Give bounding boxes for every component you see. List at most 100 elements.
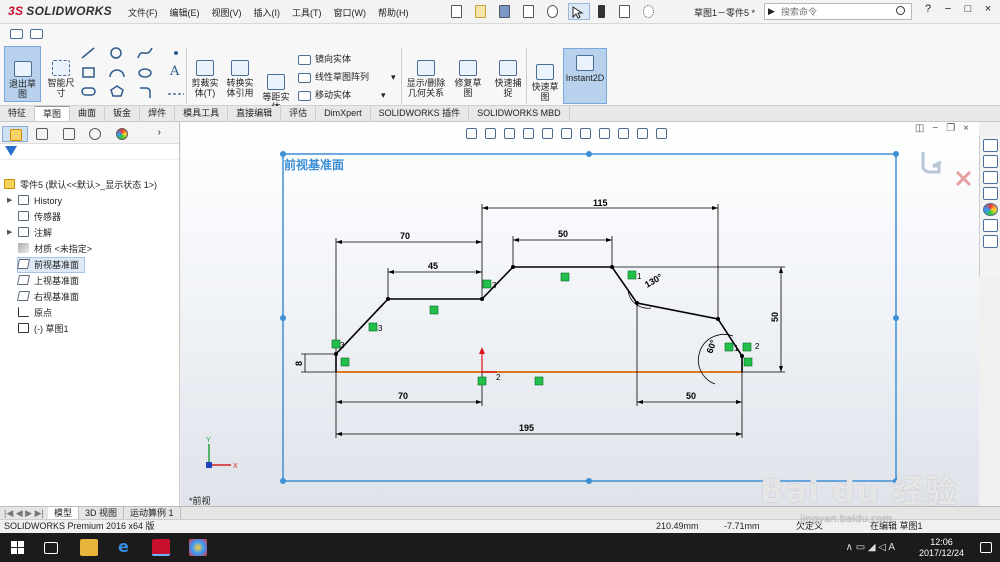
ellipse-tool-icon[interactable] [138,68,152,78]
circle-tool-icon[interactable] [110,47,122,59]
menu-tools[interactable]: 工具(T) [292,6,322,19]
tree-item-annotations[interactable]: ▶ 注解 [7,226,52,240]
move-entities-button[interactable]: 移动实体 ▾ [298,88,386,101]
exit-sketch-button[interactable]: 退出草 图 [4,46,41,102]
tab-surfaces[interactable]: 曲面 [70,106,106,121]
system-tray-icons[interactable]: ∧ ▭ ◢ ◁ A [846,542,895,553]
cancel-sketch-corner-icon[interactable] [955,170,972,187]
sketch-profile[interactable] [335,266,743,372]
tree-filter[interactable] [0,144,179,160]
panel-expand-arrow[interactable]: › [150,126,176,142]
relation-marker[interactable] [724,342,734,352]
tab-property-manager[interactable] [29,126,55,142]
offset-entities-button[interactable]: 等距实 体 [259,64,293,112]
spline-tool-icon[interactable] [137,47,153,59]
paint-app-icon[interactable] [189,539,207,556]
relation-marker[interactable] [429,305,439,315]
menu-file[interactable]: 文件(F) [128,6,158,19]
tab-dimxpert-manager[interactable] [82,126,108,142]
task-view-icon[interactable] [44,542,58,554]
plane-handle[interactable] [586,478,592,484]
undo-button[interactable] [544,3,566,20]
sketch-origin[interactable] [479,347,497,373]
relation-marker[interactable] [340,357,350,367]
quick-snaps-button[interactable]: 快速捕 捉 [489,50,527,98]
menu-help[interactable]: 帮助(H) [378,6,409,19]
sketch-3d-icon[interactable] [30,29,43,39]
exit-sketch-corner-icon[interactable] [921,152,942,174]
relation-marker[interactable] [743,357,753,367]
dim-8[interactable]: 8 [294,361,304,366]
repair-sketch-button[interactable]: 修复草 图 [450,50,486,98]
graphics-area[interactable]: ◫ − ❐ × 115 70 50 45 130° 50 60° 8 70 50… [181,122,979,506]
tab-configuration-manager[interactable] [56,126,82,142]
front-plane-boundary[interactable] [282,153,897,482]
menu-insert[interactable]: 插入(I) [254,6,281,19]
dim-45[interactable]: 45 [428,261,438,271]
mirror-entities-button[interactable]: 镜向实体 [298,52,351,65]
tree-item-history[interactable]: ▶ History [7,194,62,208]
dim-50-vertical[interactable]: 50 [770,312,780,322]
sketch-filter-icon[interactable] [10,29,23,39]
tab-mold-tools[interactable]: 模具工具 [175,106,229,121]
rapid-sketch-button[interactable]: 快速草 图 [528,54,562,102]
select-button[interactable] [568,3,590,20]
sketch-point[interactable] [740,354,744,358]
tree-item-right-plane[interactable]: 右视基准面 [16,290,79,304]
home-icon[interactable] [983,139,998,152]
tree-item-front-plane[interactable]: 前视基准面 [16,257,85,273]
print-button[interactable] [520,3,542,20]
instant2d-button[interactable]: Instant2D [563,48,607,104]
linear-pattern-button[interactable]: 线性草图阵列 ▾ [298,70,396,83]
new-file-button[interactable] [448,3,470,20]
plane-handle[interactable] [586,151,592,157]
notification-center-icon[interactable] [980,542,992,553]
tab-direct-editing[interactable]: 直接编辑 [228,106,282,121]
sketch-canvas[interactable]: 115 70 50 45 130° 50 60° 8 70 50 195 3 3… [181,122,979,506]
tab-evaluate[interactable]: 评估 [281,106,317,121]
expand-arrow-icon[interactable]: ▶ [7,226,12,240]
menu-view[interactable]: 视图(V) [212,6,242,19]
edge-browser-icon[interactable]: e [118,537,136,556]
plane-handle[interactable] [893,151,899,157]
relation-marker[interactable] [477,376,487,386]
file-explorer-taskbar-icon[interactable] [80,539,98,556]
plane-handle[interactable] [280,315,286,321]
rectangle-tool-icon[interactable] [82,67,95,78]
dim-50-bottom[interactable]: 50 [686,391,696,401]
windows-start-icon[interactable] [11,541,24,554]
custom-properties-icon[interactable] [983,219,998,232]
tab-mbd[interactable]: SOLIDWORKS MBD [469,106,570,121]
tree-item-sketch1[interactable]: (-) 草图1 [18,322,69,336]
system-clock[interactable]: 12:06 2017/12/24 [919,537,964,559]
fillet-tool-icon[interactable] [140,87,151,98]
relation-marker[interactable] [627,270,637,280]
menu-window[interactable]: 窗口(W) [334,6,367,19]
line-tool-icon[interactable] [81,47,95,59]
options-button[interactable] [640,3,662,20]
minimize-button[interactable]: − [938,3,958,15]
file-explorer-icon[interactable] [983,171,998,184]
open-file-button[interactable] [472,3,494,20]
arc-tool-icon[interactable] [109,69,125,78]
dim-50-top[interactable]: 50 [558,229,568,239]
smart-dimension-button[interactable]: 智能尺 寸 [42,50,80,98]
polygon-tool-icon[interactable] [110,85,124,97]
relation-marker[interactable] [482,279,492,289]
menu-edit[interactable]: 编辑(E) [170,6,200,19]
slot-tool-icon[interactable] [81,87,96,96]
tree-item-sensors[interactable]: 传感器 [18,210,61,224]
tab-sketch[interactable]: 草图 [35,106,71,121]
appearances-icon[interactable] [983,203,998,216]
tab-addins[interactable]: SOLIDWORKS 插件 [371,106,470,121]
dim-115[interactable]: 115 [593,198,608,208]
close-button[interactable]: × [978,3,998,15]
tab-model[interactable]: 模型 [48,507,80,519]
point-tool-icon[interactable] [174,51,178,55]
design-library-icon[interactable] [983,155,998,168]
convert-entities-button[interactable]: 转换实 体引用 [222,50,258,98]
help-button[interactable]: ? [918,3,938,15]
dim-70-bottom[interactable]: 70 [398,391,408,401]
dim-70-top[interactable]: 70 [400,231,410,241]
forum-icon[interactable] [983,235,998,248]
